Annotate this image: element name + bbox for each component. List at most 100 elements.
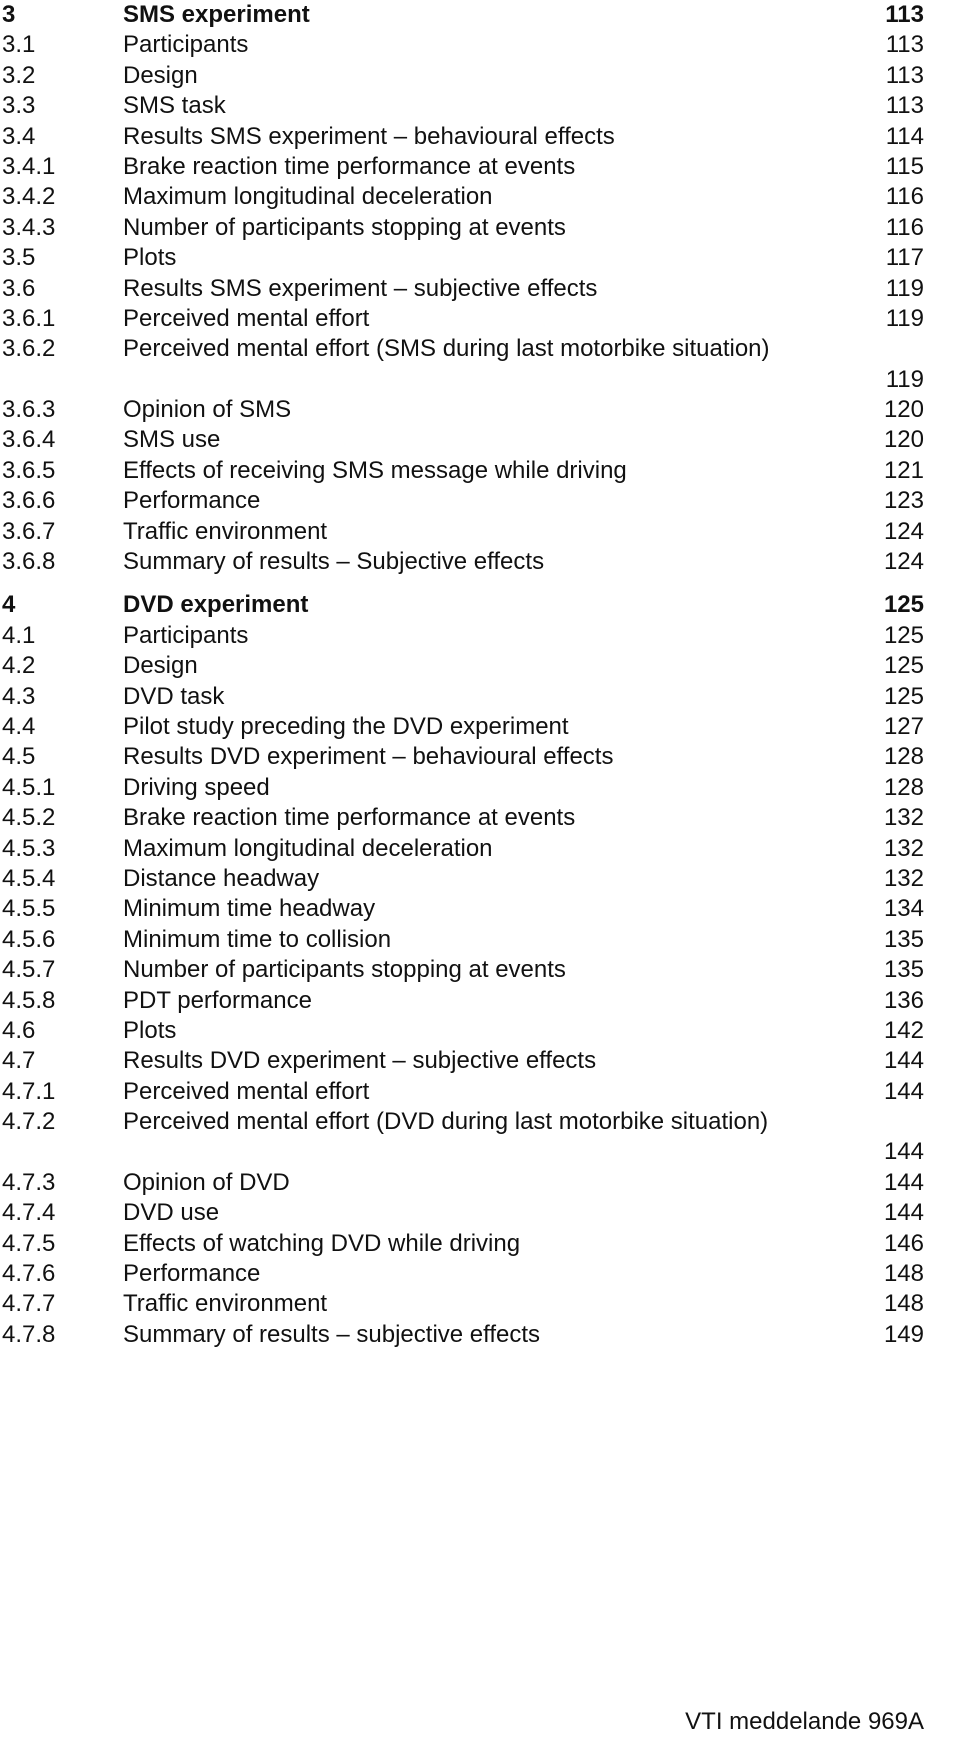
toc-entry[interactable]: 3.6.3 Opinion of SMS 120	[0, 395, 960, 425]
section-title: Perceived mental effort (DVD during last…	[123, 1108, 769, 1136]
section-title: Driving speed	[123, 773, 270, 801]
toc-entry[interactable]: 4.5.1 Driving speed 128	[0, 773, 960, 803]
section-title: Effects of receiving SMS message while d…	[123, 456, 627, 484]
page-number: 144	[883, 1047, 924, 1075]
toc-chapter-heading[interactable]: 3 SMS experiment 113	[0, 0, 960, 30]
section-number: 4.5.8	[2, 986, 56, 1014]
toc-entry[interactable]: 3.6.5 Effects of receiving SMS message wh…	[0, 456, 960, 486]
section-number: 4.7.8	[2, 1320, 56, 1348]
section-number: 3.5	[2, 244, 36, 272]
page-number: 120	[883, 396, 924, 424]
page-number: 116	[885, 213, 924, 241]
toc-entry[interactable]: 4.5.2 Brake reaction time performance at …	[0, 803, 960, 833]
section-number: 4.7	[2, 1047, 36, 1075]
section-title: DVD task	[123, 682, 225, 710]
toc-entry[interactable]: 3.6.1 Perceived mental effort 119	[0, 304, 960, 334]
toc-chapter-heading[interactable]: 4 DVD experiment 125	[0, 590, 960, 620]
section-title: Traffic environment	[123, 1290, 328, 1318]
toc-entry[interactable]: 4.7.8 Summary of results – subjective eff…	[0, 1320, 960, 1350]
section-title: Results SMS experiment – subjective effe…	[123, 274, 598, 302]
page-number: 144	[883, 1138, 924, 1166]
page-number: 125	[883, 591, 924, 619]
section-number: 3.6.1	[2, 304, 56, 332]
section-title: Perceived mental effort	[123, 304, 370, 332]
toc-entry[interactable]: 4.3 DVD task 125	[0, 682, 960, 712]
toc-entry[interactable]: 4.4 Pilot study preceding the DVD experim…	[0, 712, 960, 742]
section-number: 3.6	[2, 274, 36, 302]
toc-entry[interactable]: 3.6.7 Traffic environment 124	[0, 517, 960, 547]
toc-entry[interactable]: 4.7.5 Effects of watching DVD while drivi…	[0, 1229, 960, 1259]
toc-entry[interactable]: 3.3 SMS task 113	[0, 91, 960, 121]
section-title: SMS use	[123, 426, 221, 454]
page-number: 135	[883, 956, 924, 984]
toc-entry[interactable]: 3.4 Results SMS experiment – behavioural …	[0, 122, 960, 152]
page-number: 127	[883, 713, 924, 740]
page-number: 142	[883, 1016, 924, 1044]
toc-entry[interactable]: 4.7.1 Perceived mental effort 144	[0, 1077, 960, 1107]
toc-entry[interactable]: 4.7.3 Opinion of DVD 144	[0, 1168, 960, 1198]
section-number: 4	[2, 591, 16, 619]
toc-entry[interactable]: 4.5.3 Maximum longitudinal deceleration 13…	[0, 834, 960, 864]
toc-entry[interactable]: 4.1 Participants 125	[0, 621, 960, 651]
toc-entry[interactable]: 3.6.6 Performance 123	[0, 486, 960, 516]
section-title: Distance headway	[123, 864, 320, 892]
toc-entry[interactable]: 3.6.4 SMS use 120	[0, 425, 960, 455]
toc-entry[interactable]: 4.5.4 Distance headway 132	[0, 864, 960, 894]
toc-entry[interactable]: 4.7 Results DVD experiment – subjective e…	[0, 1046, 960, 1076]
toc-entry[interactable]: 3.6.8 Summary of results – Subjective eff…	[0, 547, 960, 577]
section-title: DVD experiment	[123, 591, 309, 619]
toc-entry[interactable]: 4.5 Results DVD experiment – behavioural …	[0, 742, 960, 772]
toc-entry[interactable]: 4.7.6 Performance 148	[0, 1259, 960, 1289]
toc-entry[interactable]: 4.5.5 Minimum time headway 134	[0, 894, 960, 924]
section-number: 4.5.3	[2, 834, 56, 862]
section-number: 3.1	[2, 31, 36, 59]
toc-entry[interactable]: 4.7.2 Perceived mental effort (DVD during…	[0, 1107, 960, 1168]
page-number: 128	[883, 743, 924, 771]
toc-entry[interactable]: 4.5.8 PDT performance 136	[0, 986, 960, 1016]
section-title: DVD use	[123, 1199, 220, 1227]
section-number: 4.5.6	[2, 925, 56, 953]
page-number: 124	[883, 548, 924, 576]
page-number: 148	[883, 1290, 924, 1318]
section-title: Plots	[123, 244, 177, 272]
section-title: Summary of results – subjective effects	[123, 1320, 541, 1348]
section-number: 4.5.1	[2, 773, 56, 801]
toc-entry[interactable]: 4.7.4 DVD use 144	[0, 1198, 960, 1228]
section-number: 4.5.2	[2, 804, 56, 832]
toc-entry[interactable]: 3.5 Plots 117	[0, 243, 960, 273]
toc-entry[interactable]: 3.4.2 Maximum longitudinal deceleration 11…	[0, 182, 960, 212]
page-number: 148	[883, 1260, 924, 1288]
section-title: Minimum time headway	[123, 895, 376, 923]
page-number: 113	[885, 92, 924, 120]
page-number: 132	[883, 834, 924, 862]
page-number: 113	[885, 61, 924, 89]
page-number: 134	[883, 895, 924, 923]
page-number: 119	[885, 304, 924, 332]
page-number: 114	[885, 122, 924, 150]
page-number: 144	[883, 1168, 924, 1196]
toc-entry[interactable]: 4.6 Plots 142	[0, 1016, 960, 1046]
toc-entry[interactable]: 3.4.3 Number of participants stopping at …	[0, 213, 960, 243]
toc-entry[interactable]: 4.7.7 Traffic environment 148	[0, 1289, 960, 1319]
section-title: Brake reaction time performance at event…	[123, 152, 576, 180]
page-number: 136	[883, 986, 924, 1014]
toc-entry[interactable]: 3.1 Participants 113	[0, 30, 960, 60]
section-title: Results DVD experiment – subjective effe…	[123, 1047, 597, 1075]
page-number: 120	[883, 426, 924, 454]
toc-entry[interactable]: 3.4.1 Brake reaction time performance at …	[0, 152, 960, 182]
page-number: 135	[883, 925, 924, 953]
section-title: Traffic environment	[123, 517, 328, 545]
toc-entry[interactable]: 3.6.2 Perceived mental effort (SMS during…	[0, 334, 960, 395]
page-number: 113	[885, 1, 924, 28]
toc-entry[interactable]: 4.5.6 Minimum time to collision 135	[0, 925, 960, 955]
toc-entry[interactable]: 4.2 Design 125	[0, 651, 960, 681]
section-number: 4.3	[2, 682, 36, 710]
section-number: 4.2	[2, 652, 36, 680]
toc-entry[interactable]: 4.5.7 Number of participants stopping at …	[0, 955, 960, 985]
toc-entry[interactable]: 3.6 Results SMS experiment – subjective e…	[0, 274, 960, 304]
section-number: 3.4.1	[2, 152, 56, 180]
section-number: 3.6.7	[2, 517, 56, 545]
section-number: 3.6.3	[2, 396, 56, 424]
toc-entry[interactable]: 3.2 Design 113	[0, 61, 960, 91]
section-number: 4.5	[2, 743, 36, 771]
